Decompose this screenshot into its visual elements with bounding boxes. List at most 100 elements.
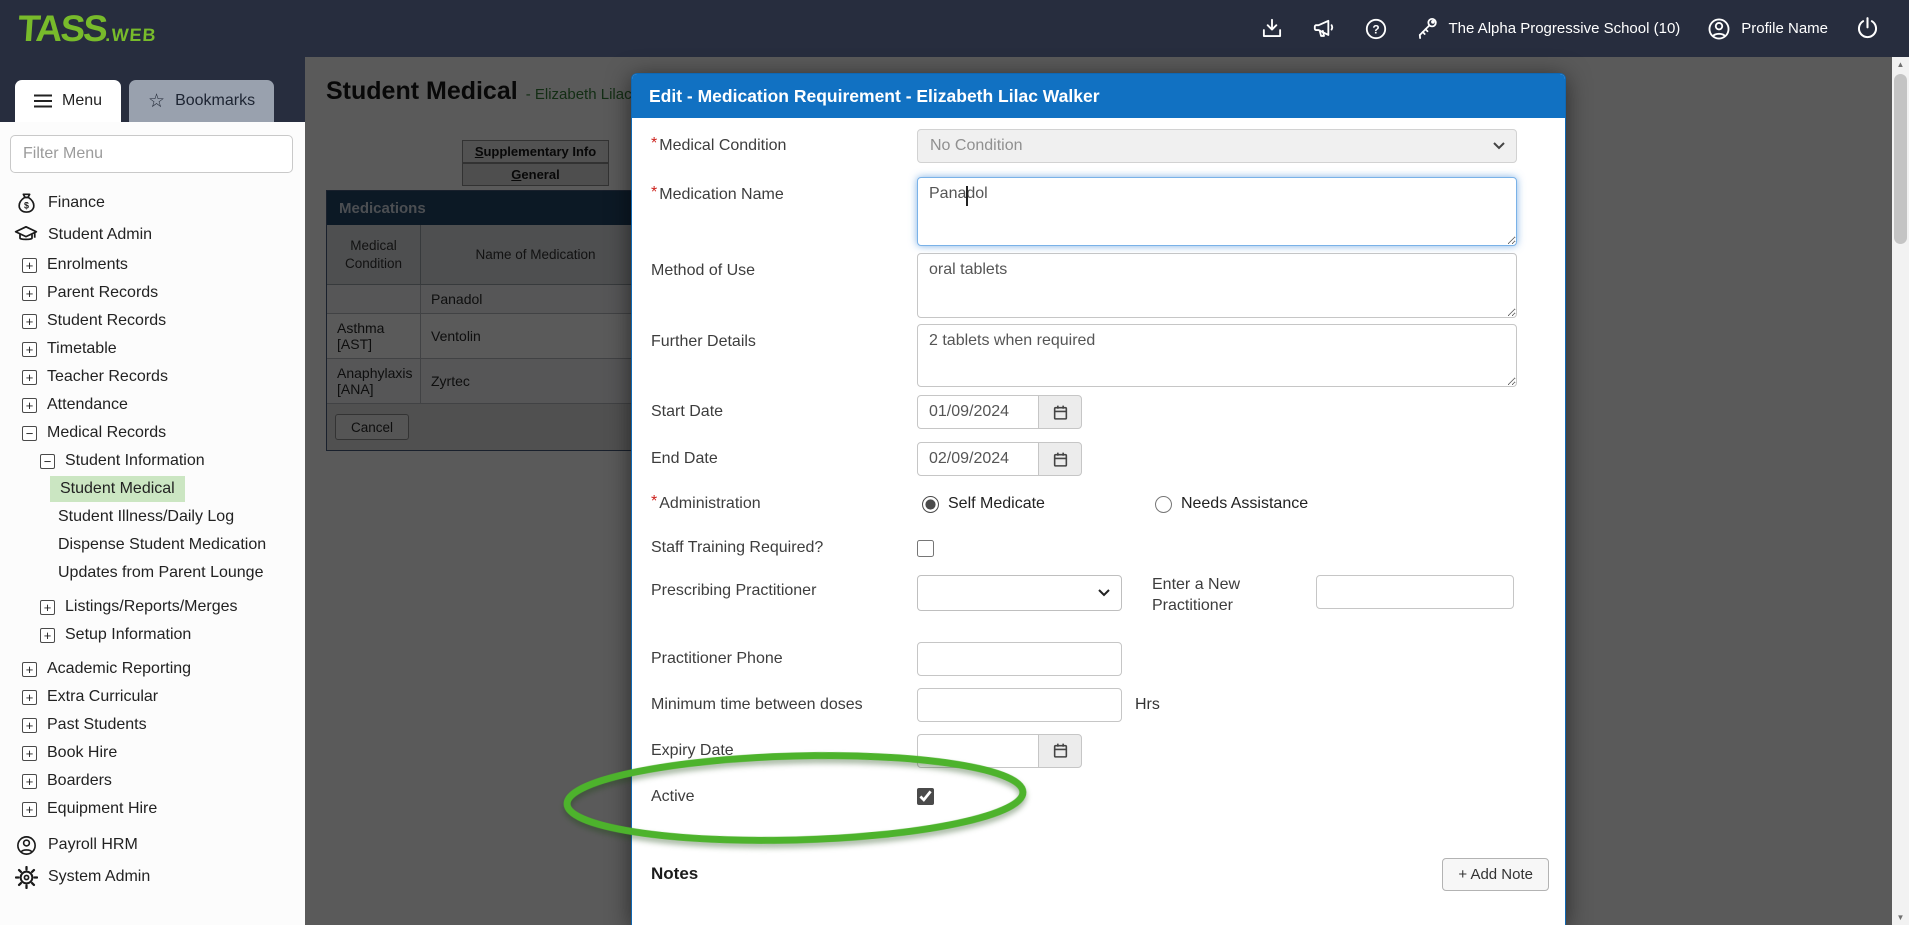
sidebar-item-label: Extra Curricular (47, 688, 158, 706)
sidebar-item-label: Equipment Hire (47, 800, 157, 818)
required-asterisk: * (651, 184, 657, 201)
gear-icon (14, 866, 38, 889)
sidebar-item-student-records[interactable]: +Student Records (0, 307, 305, 335)
profile-icon (1706, 16, 1732, 42)
sidebar-item-medical-records[interactable]: −Medical Records (0, 419, 305, 447)
add-note-button[interactable]: + Add Note (1442, 858, 1549, 891)
self-medicate-radio[interactable] (922, 496, 939, 513)
sidebar-item-student-illness[interactable]: Student Illness/Daily Log (0, 503, 305, 531)
sidebar-item-boarders[interactable]: +Boarders (0, 767, 305, 795)
medical-condition-select[interactable]: No Condition (917, 129, 1517, 163)
collapse-icon[interactable]: − (40, 454, 55, 469)
sidebar-item-label: Student Information (65, 452, 205, 470)
expand-icon[interactable]: + (40, 600, 55, 615)
sidebar-item-label: Enrolments (47, 256, 128, 274)
logout-icon[interactable] (1854, 15, 1881, 42)
staff-training-checkbox[interactable] (917, 540, 934, 557)
expand-icon[interactable]: + (22, 370, 37, 385)
sidebar-item-timetable[interactable]: + Timetable (0, 335, 305, 363)
sidebar-item-system-admin[interactable]: System Admin (0, 861, 305, 893)
tab-bookmarks[interactable]: ☆ Bookmarks (129, 80, 274, 122)
sidebar-item-label: Medical Records (47, 424, 166, 442)
medication-name-textarea[interactable] (917, 177, 1517, 246)
scroll-up-arrow[interactable]: ▲ (1892, 57, 1909, 72)
scroll-down-arrow[interactable]: ▼ (1892, 910, 1909, 925)
expand-icon[interactable]: + (22, 718, 37, 733)
sidebar-item-label: Updates from Parent Lounge (58, 564, 263, 582)
expand-icon[interactable]: + (22, 662, 37, 677)
person-icon (14, 834, 38, 857)
start-date-input[interactable] (917, 395, 1039, 429)
expiry-date-input[interactable] (917, 734, 1039, 768)
prescribing-practitioner-select[interactable] (917, 575, 1122, 611)
sidebar-item-student-medical[interactable]: Student Medical (0, 475, 305, 503)
expand-icon[interactable]: + (40, 628, 55, 643)
text-caret (966, 186, 968, 206)
sidebar-item-teacher-records[interactable]: +Teacher Records (0, 363, 305, 391)
field-label: *Medication Name (632, 177, 917, 204)
expand-icon[interactable]: + (22, 690, 37, 705)
method-of-use-textarea[interactable] (917, 253, 1517, 318)
vertical-scrollbar[interactable]: ▲ ▼ (1892, 57, 1909, 925)
tass-logo[interactable]: TASS .WEB (17, 8, 159, 50)
tab-menu[interactable]: Menu (15, 80, 121, 122)
field-medication-name: *Medication Name (632, 177, 1565, 251)
expand-icon[interactable]: + (22, 286, 37, 301)
svg-text:?: ? (1372, 22, 1379, 36)
active-checkbox[interactable] (917, 788, 934, 805)
notes-section-header: Notes + Add Note (651, 858, 1549, 891)
sidebar-menu: $ Finance Student Admin + Enrolments +Par… (0, 187, 305, 893)
sidebar-item-listings-reports[interactable]: +Listings/Reports/Merges (0, 593, 305, 621)
expand-icon[interactable]: + (22, 746, 37, 761)
expand-icon[interactable]: + (22, 398, 37, 413)
expand-icon[interactable]: + (22, 774, 37, 789)
sidebar-item-setup-information[interactable]: +Setup Information (0, 621, 305, 649)
hours-unit-label: Hrs (1135, 696, 1160, 714)
start-date-calendar-button[interactable] (1038, 395, 1082, 429)
sidebar-item-student-information[interactable]: −Student Information (0, 447, 305, 475)
further-details-textarea[interactable] (917, 324, 1517, 387)
app-window: TASS .WEB ? The Alpha Progressive School… (0, 0, 1909, 925)
radio-self-medicate[interactable]: Self Medicate (922, 495, 1045, 513)
sidebar-item-book-hire[interactable]: +Book Hire (0, 739, 305, 767)
tab-menu-label: Menu (62, 92, 102, 110)
new-practitioner-input[interactable] (1316, 575, 1514, 609)
announcements-icon[interactable] (1311, 16, 1337, 42)
sidebar-item-extra-curricular[interactable]: + Extra Curricular (0, 683, 305, 711)
sidebar-item-label: Timetable (47, 340, 117, 358)
sidebar-item-enrolments[interactable]: + Enrolments (0, 251, 305, 279)
field-label: *Administration (632, 495, 917, 513)
school-name: The Alpha Progressive School (10) (1449, 20, 1681, 37)
graduation-cap-icon (14, 223, 38, 247)
min-time-input[interactable] (917, 688, 1122, 722)
notes-heading: Notes (651, 864, 698, 884)
sidebar-item-academic-reporting[interactable]: +Academic Reporting (0, 655, 305, 683)
expand-icon[interactable]: + (22, 258, 37, 273)
collapse-icon[interactable]: − (22, 426, 37, 441)
sidebar-item-dispense-medication[interactable]: Dispense Student Medication (0, 531, 305, 559)
help-icon[interactable]: ? (1363, 16, 1389, 42)
sidebar-item-past-students[interactable]: +Past Students (0, 711, 305, 739)
sidebar-item-payroll-hrm[interactable]: Payroll HRM (0, 829, 305, 861)
radio-needs-assistance[interactable]: Needs Assistance (1155, 495, 1308, 513)
scrollbar-thumb[interactable] (1894, 74, 1907, 244)
expand-icon[interactable]: + (22, 342, 37, 357)
expiry-date-calendar-button[interactable] (1038, 734, 1082, 768)
end-date-input[interactable] (917, 442, 1039, 476)
download-icon[interactable] (1259, 16, 1285, 42)
sidebar-item-label: Student Illness/Daily Log (58, 508, 234, 526)
expand-icon[interactable]: + (22, 802, 37, 817)
sidebar-item-student-admin[interactable]: Student Admin (0, 219, 305, 251)
practitioner-phone-input[interactable] (917, 642, 1122, 676)
sidebar-item-equipment-hire[interactable]: + Equipment Hire (0, 795, 305, 823)
sidebar-item-finance[interactable]: $ Finance (0, 187, 305, 219)
sidebar-item-parent-lounge-updates[interactable]: Updates from Parent Lounge (0, 559, 305, 587)
needs-assistance-radio[interactable] (1155, 496, 1172, 513)
filter-menu-input[interactable] (10, 135, 293, 173)
profile-menu[interactable]: Profile Name (1706, 16, 1828, 42)
school-switcher[interactable]: The Alpha Progressive School (10) (1415, 16, 1681, 41)
sidebar-item-attendance[interactable]: +Attendance (0, 391, 305, 419)
sidebar-item-parent-records[interactable]: +Parent Records (0, 279, 305, 307)
expand-icon[interactable]: + (22, 314, 37, 329)
end-date-calendar-button[interactable] (1038, 442, 1082, 476)
